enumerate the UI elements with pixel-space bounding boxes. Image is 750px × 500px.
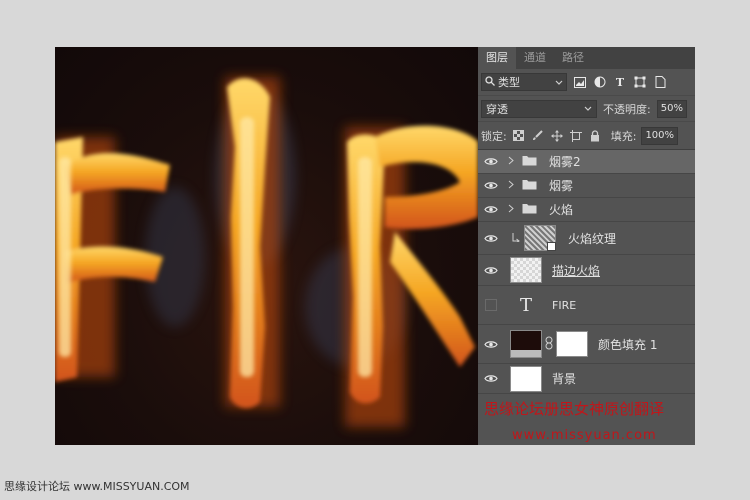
lock-fill-row: 锁定: 填充: 100% <box>478 121 695 149</box>
layer-thumbnail[interactable] <box>510 365 542 392</box>
visibility-eye-icon[interactable] <box>478 181 504 190</box>
chevron-down-icon <box>584 102 592 115</box>
layer-name[interactable]: 颜色填充 1 <box>598 336 657 353</box>
layers-panel: 图层 通道 路径 类型 T 穿透 不透明度: 50% 锁定: 填充: 100% … <box>478 47 695 445</box>
layer-mask-thumbnail[interactable] <box>556 331 588 357</box>
tab-layers[interactable]: 图层 <box>478 47 516 69</box>
layer-thumbnail[interactable] <box>524 225 556 251</box>
fill-label: 填充: <box>610 129 637 143</box>
layer-row[interactable]: 背景 <box>478 364 695 394</box>
lock-transparent-icon[interactable] <box>512 129 526 143</box>
visibility-eye-icon[interactable] <box>478 374 504 383</box>
filter-kind-select[interactable]: 类型 <box>481 73 567 91</box>
expand-arrow-icon[interactable] <box>508 203 518 216</box>
layer-name[interactable]: 描边火焰 <box>552 262 600 279</box>
layer-row[interactable]: 烟雾 <box>478 174 695 198</box>
layer-name[interactable]: 火焰 <box>549 201 573 218</box>
panel-tabs: 图层 通道 路径 <box>478 47 695 69</box>
tab-channels[interactable]: 通道 <box>516 47 554 69</box>
expand-arrow-icon[interactable] <box>508 179 518 192</box>
lock-label: 锁定: <box>481 129 507 143</box>
blend-opacity-row: 穿透 不透明度: 50% <box>478 95 695 121</box>
folder-icon <box>522 179 537 193</box>
lock-pixels-brush-icon[interactable] <box>531 129 545 143</box>
fill-input[interactable]: 100% <box>641 126 679 145</box>
shape-filter-icon[interactable] <box>633 75 647 89</box>
document-canvas[interactable] <box>55 47 478 445</box>
folder-icon <box>522 155 537 169</box>
layers-list: 烟雾2 烟雾 火焰 火焰纹理 描边火焰 T FIRE 颜色填充 1 背景 <box>478 149 695 394</box>
type-filter-icon[interactable]: T <box>613 75 627 89</box>
link-chain-icon[interactable] <box>545 336 553 353</box>
filter-kind-label: 类型 <box>498 76 520 89</box>
visibility-eye-icon[interactable] <box>478 205 504 214</box>
layer-row[interactable]: 烟雾2 <box>478 150 695 174</box>
smart-object-filter-icon[interactable] <box>653 75 667 89</box>
smart-object-badge-icon <box>547 242 556 251</box>
watermark-url: www.missyuan.com <box>512 428 657 443</box>
layer-name[interactable]: 火焰纹理 <box>568 230 616 247</box>
layer-thumbnail[interactable] <box>510 257 542 283</box>
fill-color-swatch[interactable] <box>510 330 542 358</box>
layer-row[interactable]: 火焰纹理 <box>478 222 695 255</box>
layer-name[interactable]: 背景 <box>552 370 576 387</box>
layer-name[interactable]: 烟雾2 <box>549 153 581 170</box>
visibility-eye-icon[interactable] <box>478 266 504 275</box>
lock-all-icon[interactable] <box>588 129 602 143</box>
visibility-eye-icon[interactable] <box>478 157 504 166</box>
expand-arrow-icon[interactable] <box>508 155 518 168</box>
layer-row[interactable]: 火焰 <box>478 198 695 222</box>
adjustment-filter-icon[interactable] <box>593 75 607 89</box>
tab-paths[interactable]: 路径 <box>554 47 592 69</box>
layer-row[interactable]: 描边火焰 <box>478 255 695 286</box>
image-filter-icon[interactable] <box>573 75 587 89</box>
visibility-eye-icon[interactable] <box>478 340 504 349</box>
site-footer-text: 思缘设计论坛 www.MISSYUAN.COM <box>4 480 190 493</box>
blend-mode-value: 穿透 <box>486 102 508 116</box>
text-layer-icon: T <box>519 294 532 316</box>
layer-row[interactable]: T FIRE <box>478 286 695 325</box>
layer-name[interactable]: FIRE <box>552 299 576 312</box>
search-icon <box>485 75 495 89</box>
fire-text-artwork <box>55 77 478 427</box>
chevron-down-icon <box>555 76 563 89</box>
layer-filter-row: 类型 T <box>478 69 695 95</box>
clipping-mask-icon <box>512 232 520 245</box>
lock-position-move-icon[interactable] <box>550 129 564 143</box>
opacity-label: 不透明度: <box>603 102 651 116</box>
layer-name[interactable]: 烟雾 <box>549 177 573 194</box>
lock-artboard-icon[interactable] <box>569 129 583 143</box>
watermark-title: 思缘论坛册思女神原创翻译 <box>484 400 665 418</box>
opacity-input[interactable]: 50% <box>656 99 687 118</box>
folder-icon <box>522 203 537 217</box>
layer-row[interactable]: 颜色填充 1 <box>478 325 695 364</box>
visibility-eye-icon[interactable] <box>478 234 504 243</box>
fill-adjustment-icon <box>511 350 541 357</box>
blend-mode-select[interactable]: 穿透 <box>481 99 597 118</box>
visibility-toggle-off[interactable] <box>478 299 504 311</box>
